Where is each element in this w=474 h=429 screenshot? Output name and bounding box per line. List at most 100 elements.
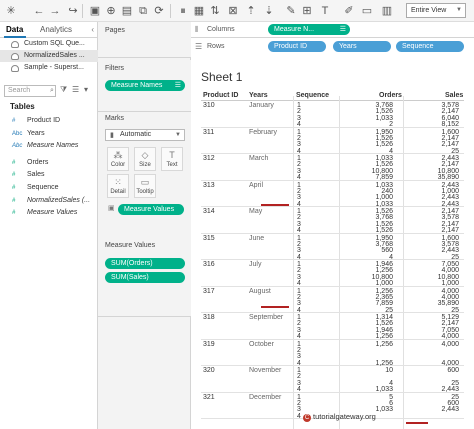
collapse-pane-icon[interactable]: ‹ bbox=[91, 25, 94, 34]
table-row[interactable]: 310 January 1 3,768 3,578 2 1,526 2,147 3 1,033 6,… bbox=[201, 101, 464, 128]
table-row[interactable]: 317 August 1 1,256 4,000 2 2,365 4,000 3 7,859 35,… bbox=[201, 287, 464, 314]
field-sales[interactable]: # Sales bbox=[0, 169, 98, 182]
pill-label: SUM(Orders) bbox=[111, 260, 153, 267]
product-id-cell: 312 bbox=[203, 155, 215, 162]
group-icon[interactable]: ⊞ bbox=[300, 4, 314, 18]
new-data-source-icon[interactable]: ⊕ bbox=[104, 4, 118, 18]
clear-sheet-icon[interactable]: ⊠ bbox=[226, 4, 240, 18]
show-me-icon[interactable]: ▦ bbox=[192, 4, 206, 18]
field-product-id[interactable]: # Product ID bbox=[0, 115, 98, 128]
field-normalized-sales[interactable]: # NormalizedSales (... bbox=[0, 195, 98, 208]
table-row[interactable]: 319 October 1 1,256 4,000 2 3 4 1,256 4,000 bbox=[201, 340, 464, 367]
tooltip-button[interactable]: ▭ Tooltip bbox=[134, 174, 156, 198]
header-product-id[interactable]: Product ID bbox=[203, 92, 238, 99]
field-list: # Product ID Abc Years Abc Measure Names # O… bbox=[0, 115, 98, 220]
mark-type-value: Automatic bbox=[120, 131, 152, 138]
sort-ascending-icon[interactable]: ⇡ bbox=[244, 4, 258, 18]
header-sequence[interactable]: Sequence bbox=[296, 92, 329, 99]
pill-label: Measure Names bbox=[111, 82, 163, 89]
text-mark-icon: ▣ bbox=[108, 205, 115, 212]
year-cell: November bbox=[249, 367, 282, 374]
year-cell: September bbox=[249, 314, 284, 321]
fit-view-select[interactable]: Entire View ▼ bbox=[406, 3, 466, 18]
field-type-icon: # bbox=[12, 184, 16, 191]
columns-pill-measure-names[interactable]: Measure N... ☰ bbox=[268, 24, 350, 35]
duplicate-icon[interactable]: ⧉ bbox=[136, 4, 150, 18]
refresh-icon[interactable]: ⟳ bbox=[152, 4, 166, 18]
view-mode-icon[interactable]: ☰ bbox=[72, 85, 79, 94]
filters-card[interactable]: Filters Measure Names ☰ bbox=[98, 60, 191, 112]
label-icon[interactable]: T bbox=[318, 4, 332, 18]
data-source-item[interactable]: NormalizedSales ... bbox=[0, 50, 98, 62]
product-id-cell: 318 bbox=[203, 314, 215, 321]
table-row[interactable]: 316 July 1 1,946 7,050 2 1,256 4,000 3 10,800 10,8… bbox=[201, 260, 464, 287]
redo-icon[interactable]: → bbox=[48, 4, 62, 18]
table-row[interactable]: 314 May 1 1,526 2,147 2 3,768 3,578 3 1,526 2,147 4… bbox=[201, 207, 464, 234]
table-row[interactable]: 320 November 1 10 600 2 3 4 25 4 1,033 2,443 bbox=[201, 366, 464, 393]
undo-icon[interactable]: ← bbox=[32, 4, 46, 18]
swap-icon[interactable]: ⇅ bbox=[208, 4, 222, 18]
highlight-icon[interactable]: ✎ bbox=[284, 4, 298, 18]
table-row[interactable]: 313 April 1 1,033 2,443 2 240 1,000 3 1,000 2,443 4… bbox=[201, 181, 464, 208]
field-search-input[interactable]: Search ⌕ bbox=[4, 85, 56, 97]
search-icon: ⌕ bbox=[50, 87, 54, 94]
tab-analytics[interactable]: Analytics bbox=[40, 25, 72, 34]
field-label: Measure Values bbox=[27, 209, 78, 217]
text-button[interactable]: T Text bbox=[161, 147, 183, 171]
field-sequence[interactable]: # Sequence bbox=[0, 182, 98, 195]
table-row[interactable]: 315 June 1 1,950 1,600 2 3,768 3,578 3 560 2,443 4 4… bbox=[201, 234, 464, 261]
color-button[interactable]: ⁂ Color bbox=[107, 147, 129, 171]
pause-icon[interactable]: ⏸ bbox=[176, 4, 190, 18]
toolbar: ✳ ← → ↪ ▣ ⊕ ▤ ⧉ ⟳ ⏸ ▦ ⇅ ⊠ ⇡ ⇣ ✎ ⊞ T ✐ ▭ … bbox=[0, 0, 474, 22]
field-type-icon: # bbox=[12, 172, 16, 179]
sort-descending-icon[interactable]: ⇣ bbox=[262, 4, 276, 18]
field-menu-chevron-icon[interactable]: ▾ bbox=[84, 85, 88, 94]
columns-shelf[interactable]: ⦀ Columns Measure N... ☰ bbox=[191, 22, 474, 38]
fix-axes-icon[interactable]: ✐ bbox=[342, 4, 356, 18]
table-row[interactable]: 312 March 1 1,033 2,443 2 1,526 2,147 3 10,800 10,… bbox=[201, 154, 464, 181]
present-icon[interactable]: ▥ bbox=[380, 4, 394, 18]
size-button[interactable]: ◇ Size bbox=[134, 147, 156, 171]
columns-label: Columns bbox=[207, 26, 235, 33]
rows-pill-sequence[interactable]: Sequence bbox=[396, 41, 464, 52]
header-sales[interactable]: Sales bbox=[445, 92, 463, 99]
filter-fields-icon[interactable]: ⧩ bbox=[60, 85, 67, 95]
measure-value-pill[interactable]: SUM(Orders) bbox=[105, 258, 185, 269]
field-years[interactable]: Abc Years bbox=[0, 128, 98, 141]
field-measure-values[interactable]: # Measure Values bbox=[0, 207, 98, 220]
marks-pill-measure-values[interactable]: Measure Values bbox=[118, 204, 184, 215]
rows-pill-years[interactable]: Years bbox=[333, 41, 391, 52]
data-source-item[interactable]: Sample - Superst... bbox=[0, 62, 98, 74]
field-orders[interactable]: # Orders bbox=[0, 157, 98, 170]
mark-button-label: Color bbox=[110, 162, 126, 168]
pill-label: Measure N... bbox=[274, 26, 315, 33]
tab-data[interactable]: Data bbox=[6, 25, 23, 34]
new-worksheet-icon[interactable]: ▤ bbox=[120, 4, 134, 18]
rows-pill-product-id[interactable]: Product ID bbox=[268, 41, 326, 52]
filter-pill-measure-names[interactable]: Measure Names ☰ bbox=[105, 80, 185, 91]
format-icon[interactable]: ▭ bbox=[360, 4, 374, 18]
detail-button[interactable]: ⁙ Detail bbox=[107, 174, 129, 198]
pill-label: SUM(Sales) bbox=[111, 274, 149, 281]
field-label: Years bbox=[27, 129, 45, 137]
header-years[interactable]: Years bbox=[249, 92, 268, 99]
save-icon[interactable]: ▣ bbox=[88, 4, 102, 18]
watermark: Ctutorialgateway.org bbox=[303, 412, 376, 422]
rows-shelf[interactable]: ☰ Rows Product ID Years Sequence bbox=[191, 39, 474, 55]
redo-dropdown-icon[interactable]: ↪ bbox=[66, 4, 80, 18]
mark-type-select[interactable]: ▮ Automatic ▼ bbox=[105, 129, 185, 141]
header-orders[interactable]: Orders bbox=[379, 92, 402, 99]
data-source-item[interactable]: Custom SQL Que... bbox=[0, 38, 98, 50]
marks-title: Marks bbox=[105, 115, 125, 122]
chevron-down-icon: ▼ bbox=[456, 7, 462, 13]
sales-cell: 2,443 bbox=[441, 406, 459, 414]
pages-card[interactable]: Pages bbox=[98, 22, 191, 58]
field-measure-names[interactable]: Abc Measure Names bbox=[0, 140, 98, 153]
year-cell: October bbox=[249, 340, 274, 348]
table-row[interactable]: 318 September 1 1,314 5,129 2 1,526 2,147 3 1,946… bbox=[201, 313, 464, 340]
table-row[interactable]: 311 February 1 1,950 1,600 2 1,526 2,147 3 1,526 2… bbox=[201, 128, 464, 155]
tableau-logo-icon[interactable]: ✳ bbox=[4, 4, 18, 18]
year-cell: March bbox=[249, 155, 269, 162]
measure-value-pill[interactable]: SUM(Sales) bbox=[105, 272, 185, 283]
measure-values-title: Measure Values bbox=[105, 242, 156, 249]
